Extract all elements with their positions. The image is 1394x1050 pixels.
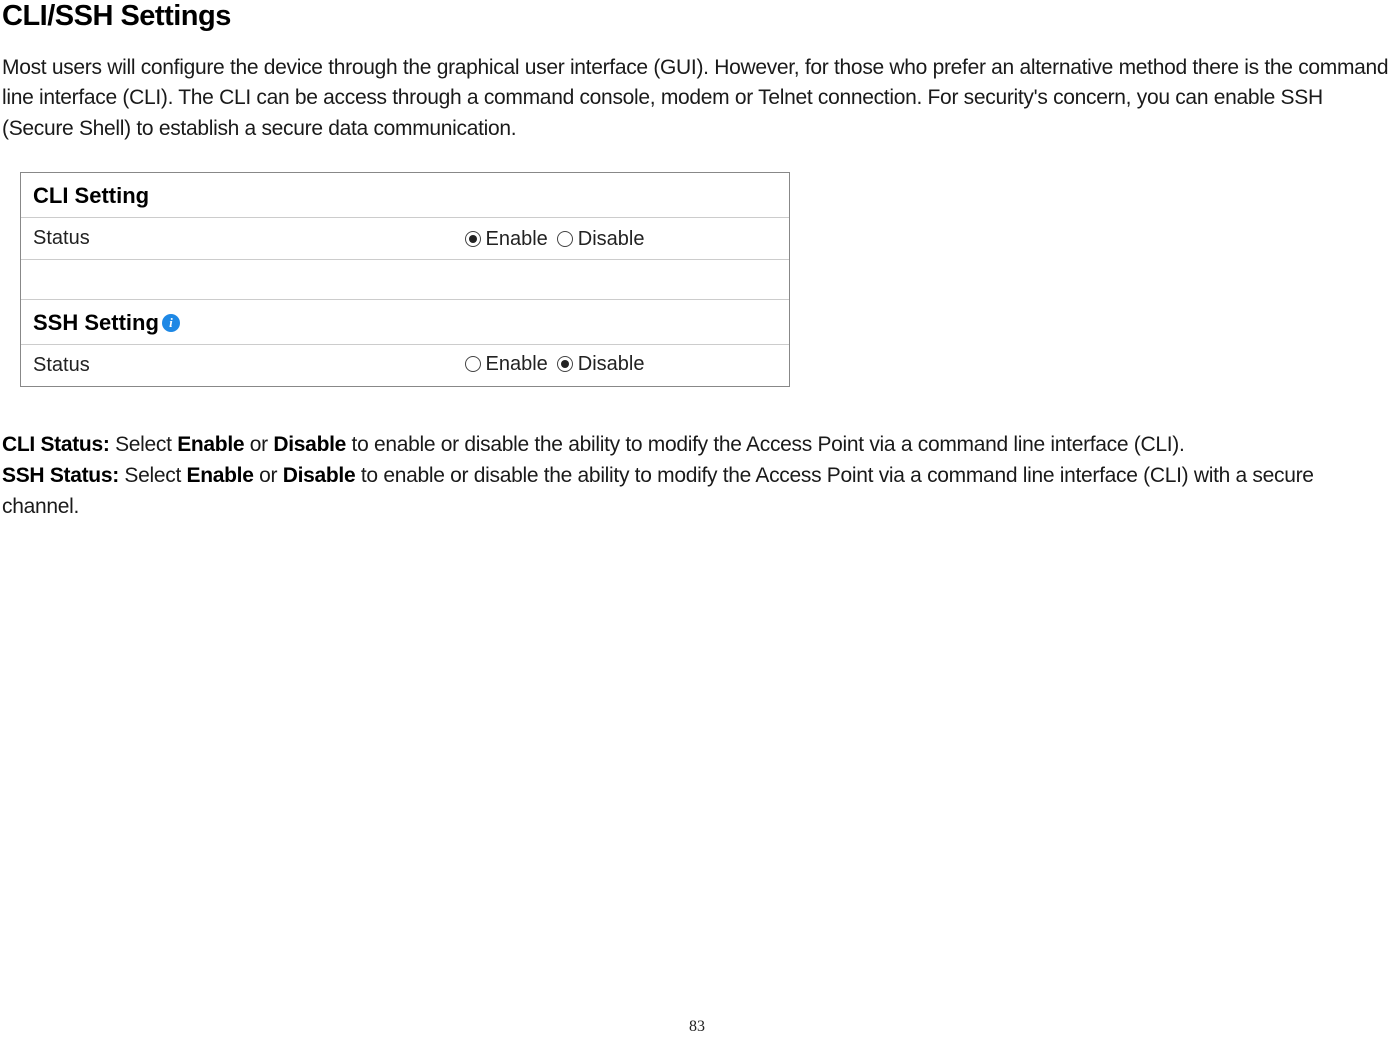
intro-paragraph: Most users will configure the device thr… bbox=[2, 53, 1392, 144]
cli-disable-label[interactable]: Disable bbox=[578, 228, 645, 251]
cli-status-desc-label: CLI Status: bbox=[2, 433, 110, 456]
ssh-status-desc-label: SSH Status: bbox=[2, 464, 119, 487]
page-number: 83 bbox=[0, 1018, 1394, 1036]
page-title: CLI/SSH Settings bbox=[2, 0, 1392, 33]
ssh-enable-radio[interactable] bbox=[465, 356, 481, 372]
ssh-status-controls: Enable Disable bbox=[465, 353, 777, 379]
cli-status-label: Status bbox=[33, 227, 465, 250]
ssh-disable-radio[interactable] bbox=[557, 356, 573, 372]
ssh-status-label: Status bbox=[33, 354, 465, 377]
descriptions: CLI Status: Select Enable or Disable to … bbox=[2, 429, 1392, 522]
spacer-row bbox=[21, 260, 789, 300]
cli-enable-radio[interactable] bbox=[465, 231, 481, 247]
ssh-enable-label[interactable]: Enable bbox=[486, 353, 548, 376]
cli-status-row: Status Enable Disable bbox=[21, 218, 789, 260]
cli-setting-title: CLI Setting bbox=[33, 183, 149, 209]
cli-disable-radio[interactable] bbox=[557, 231, 573, 247]
settings-panel: CLI Setting Status Enable Disable SSH Se… bbox=[20, 172, 790, 387]
info-icon[interactable]: i bbox=[162, 314, 180, 332]
ssh-status-description: SSH Status: Select Enable or Disable to … bbox=[2, 460, 1392, 522]
cli-setting-header: CLI Setting bbox=[21, 173, 789, 218]
ssh-disable-label[interactable]: Disable bbox=[578, 353, 645, 376]
cli-enable-label[interactable]: Enable bbox=[486, 228, 548, 251]
ssh-status-row: Status Enable Disable bbox=[21, 345, 789, 387]
cli-status-description: CLI Status: Select Enable or Disable to … bbox=[2, 429, 1392, 460]
cli-status-controls: Enable Disable bbox=[465, 226, 777, 251]
ssh-setting-header: SSH Setting i bbox=[21, 300, 789, 345]
ssh-setting-title: SSH Setting bbox=[33, 310, 159, 336]
